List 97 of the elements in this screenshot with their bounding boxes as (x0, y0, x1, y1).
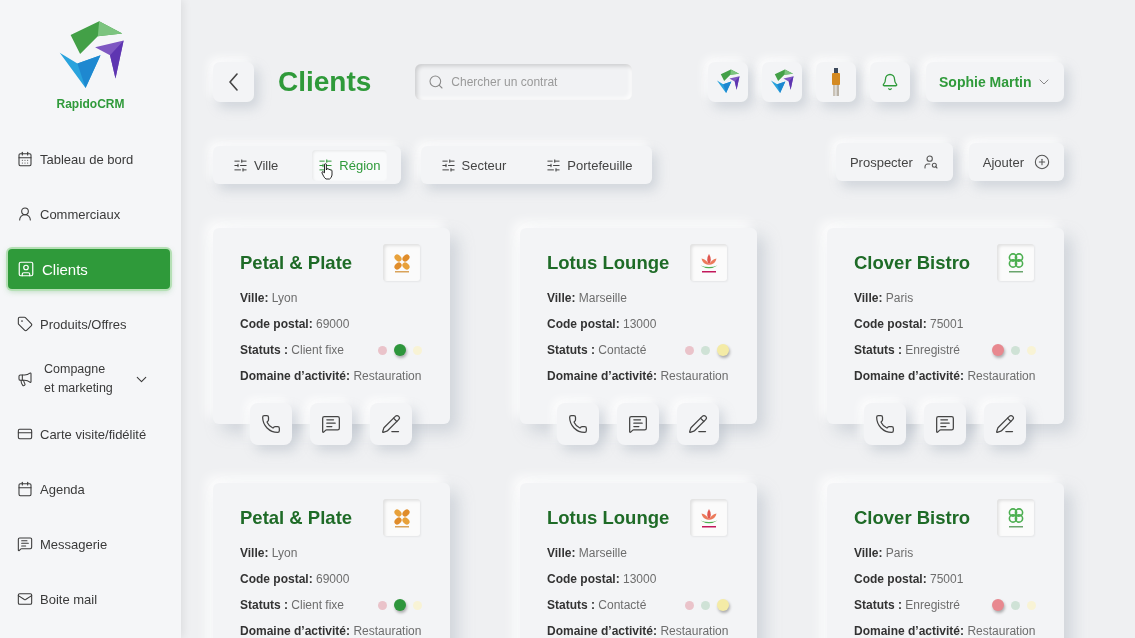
sliders-icon (440, 157, 456, 173)
sliders-icon (546, 157, 562, 173)
client-name: Clover Bistro (854, 506, 971, 529)
status-text: Statuts : Contacté (547, 342, 647, 359)
add-button[interactable]: Ajouter (968, 143, 1064, 181)
page-title: Clients (278, 66, 372, 98)
search-icon (428, 74, 445, 90)
mail-icon (17, 591, 33, 608)
edit-button[interactable] (370, 403, 412, 445)
clover-logo-icon (997, 499, 1034, 536)
field-text: Code postal: 13000 (547, 571, 658, 588)
filter-button[interactable]: Portefeuille (540, 149, 639, 181)
prospect-button[interactable]: Prospecter (835, 143, 953, 181)
client-name: Petal & Plate (240, 506, 353, 529)
status-text: Statuts : Contacté (547, 597, 647, 614)
field-text: Ville: Lyon (240, 545, 299, 562)
client-name: Lotus Lounge (547, 506, 670, 529)
client-name: Clover Bistro (854, 251, 971, 274)
person-icon (17, 206, 33, 223)
notification-button[interactable] (870, 62, 910, 102)
sidebar-item[interactable]: Commerciaux (8, 194, 170, 235)
edit-button[interactable] (984, 403, 1026, 445)
filter-button[interactable]: Secteur (434, 149, 513, 181)
phone-icon (261, 414, 281, 434)
pencil-icon (995, 414, 1015, 434)
message-button[interactable] (924, 403, 966, 445)
clover-logo-icon (997, 244, 1034, 281)
flower-logo-icon (383, 244, 420, 281)
status-text: Statuts : Enregistré (854, 597, 961, 614)
flower-logo-icon (383, 499, 420, 536)
field-text: Code postal: 75001 (854, 571, 965, 588)
field-text: Code postal: 75001 (854, 316, 965, 333)
field-text: Code postal: 69000 (240, 316, 351, 333)
sidebar-item[interactable]: Boite mail (8, 579, 170, 620)
bell-icon (881, 73, 899, 91)
pinwheel-logo-icon (716, 69, 740, 95)
field-text: Domaine d’activité: Restauration (547, 368, 730, 385)
user-square-icon (17, 260, 35, 279)
phone-icon (875, 414, 895, 434)
brand-name: RapidoCRM (56, 97, 125, 112)
app-logo-button[interactable] (708, 62, 748, 102)
pencil-icon (688, 414, 708, 434)
lotus-logo-icon (690, 244, 727, 281)
plus-circle-icon (1034, 154, 1050, 170)
call-button[interactable] (250, 403, 292, 445)
sidebar-item[interactable]: Carte visite/fidélité (8, 414, 170, 455)
status-text: Statuts : Enregistré (854, 342, 961, 359)
field-text: Domaine d’activité: Restauration (240, 623, 423, 638)
status-text: Statuts : Client fixe (240, 342, 345, 359)
search-field[interactable]: Chercher un contrat (415, 64, 633, 100)
message-icon (17, 536, 33, 553)
field-text: Ville: Paris (854, 290, 915, 307)
hand-cursor-icon (321, 162, 334, 180)
sidebar-item[interactable]: Messagerie (8, 524, 170, 565)
lotus-logo-icon (690, 499, 727, 536)
app-logo-button[interactable] (762, 62, 802, 102)
sidebar-item[interactable]: Clients (8, 249, 170, 290)
pinwheel-logo-icon (770, 69, 794, 95)
field-text: Ville: Marseille (547, 545, 628, 562)
field-text: Domaine d’activité: Restauration (240, 368, 423, 385)
call-button[interactable] (864, 403, 906, 445)
message-button[interactable] (617, 403, 659, 445)
field-text: Ville: Lyon (240, 290, 299, 307)
calendar-icon (17, 151, 33, 168)
avatar-button[interactable] (816, 62, 856, 102)
field-text: Domaine d’activité: Restauration (854, 623, 1037, 638)
sliders-icon (233, 157, 248, 173)
field-text: Code postal: 13000 (547, 316, 658, 333)
field-text: Ville: Paris (854, 545, 915, 562)
call-button[interactable] (557, 403, 599, 445)
sidebar-item[interactable]: Compagne et marketing (8, 359, 170, 400)
phone-icon (568, 414, 588, 434)
client-name: Lotus Lounge (547, 251, 670, 274)
message-icon (935, 414, 955, 434)
sidebar-item[interactable]: Produits/Offres (8, 304, 170, 345)
message-icon (321, 414, 341, 434)
tag-icon (17, 316, 33, 333)
calendar-icon (17, 481, 33, 498)
status-text: Statuts : Client fixe (240, 597, 345, 614)
message-button[interactable] (310, 403, 352, 445)
filter-button[interactable]: Ville (227, 149, 285, 181)
field-text: Domaine d’activité: Restauration (547, 623, 730, 638)
back-icon (229, 73, 238, 91)
pencil-icon (381, 414, 401, 434)
field-text: Code postal: 69000 (240, 571, 351, 588)
megaphone-icon (17, 371, 33, 388)
sidebar-item[interactable]: Agenda (8, 469, 170, 510)
client-name: Petal & Plate (240, 251, 353, 274)
field-text: Ville: Marseille (547, 290, 628, 307)
sidebar-item[interactable]: Tableau de bord (8, 139, 170, 180)
sliders-icon (318, 157, 334, 173)
filter-button[interactable]: Région (312, 149, 387, 181)
edit-button[interactable] (677, 403, 719, 445)
field-text: Domaine d’activité: Restauration (854, 368, 1037, 385)
message-icon (628, 414, 648, 434)
figurine-icon (831, 68, 841, 96)
person-search-icon (922, 154, 939, 170)
